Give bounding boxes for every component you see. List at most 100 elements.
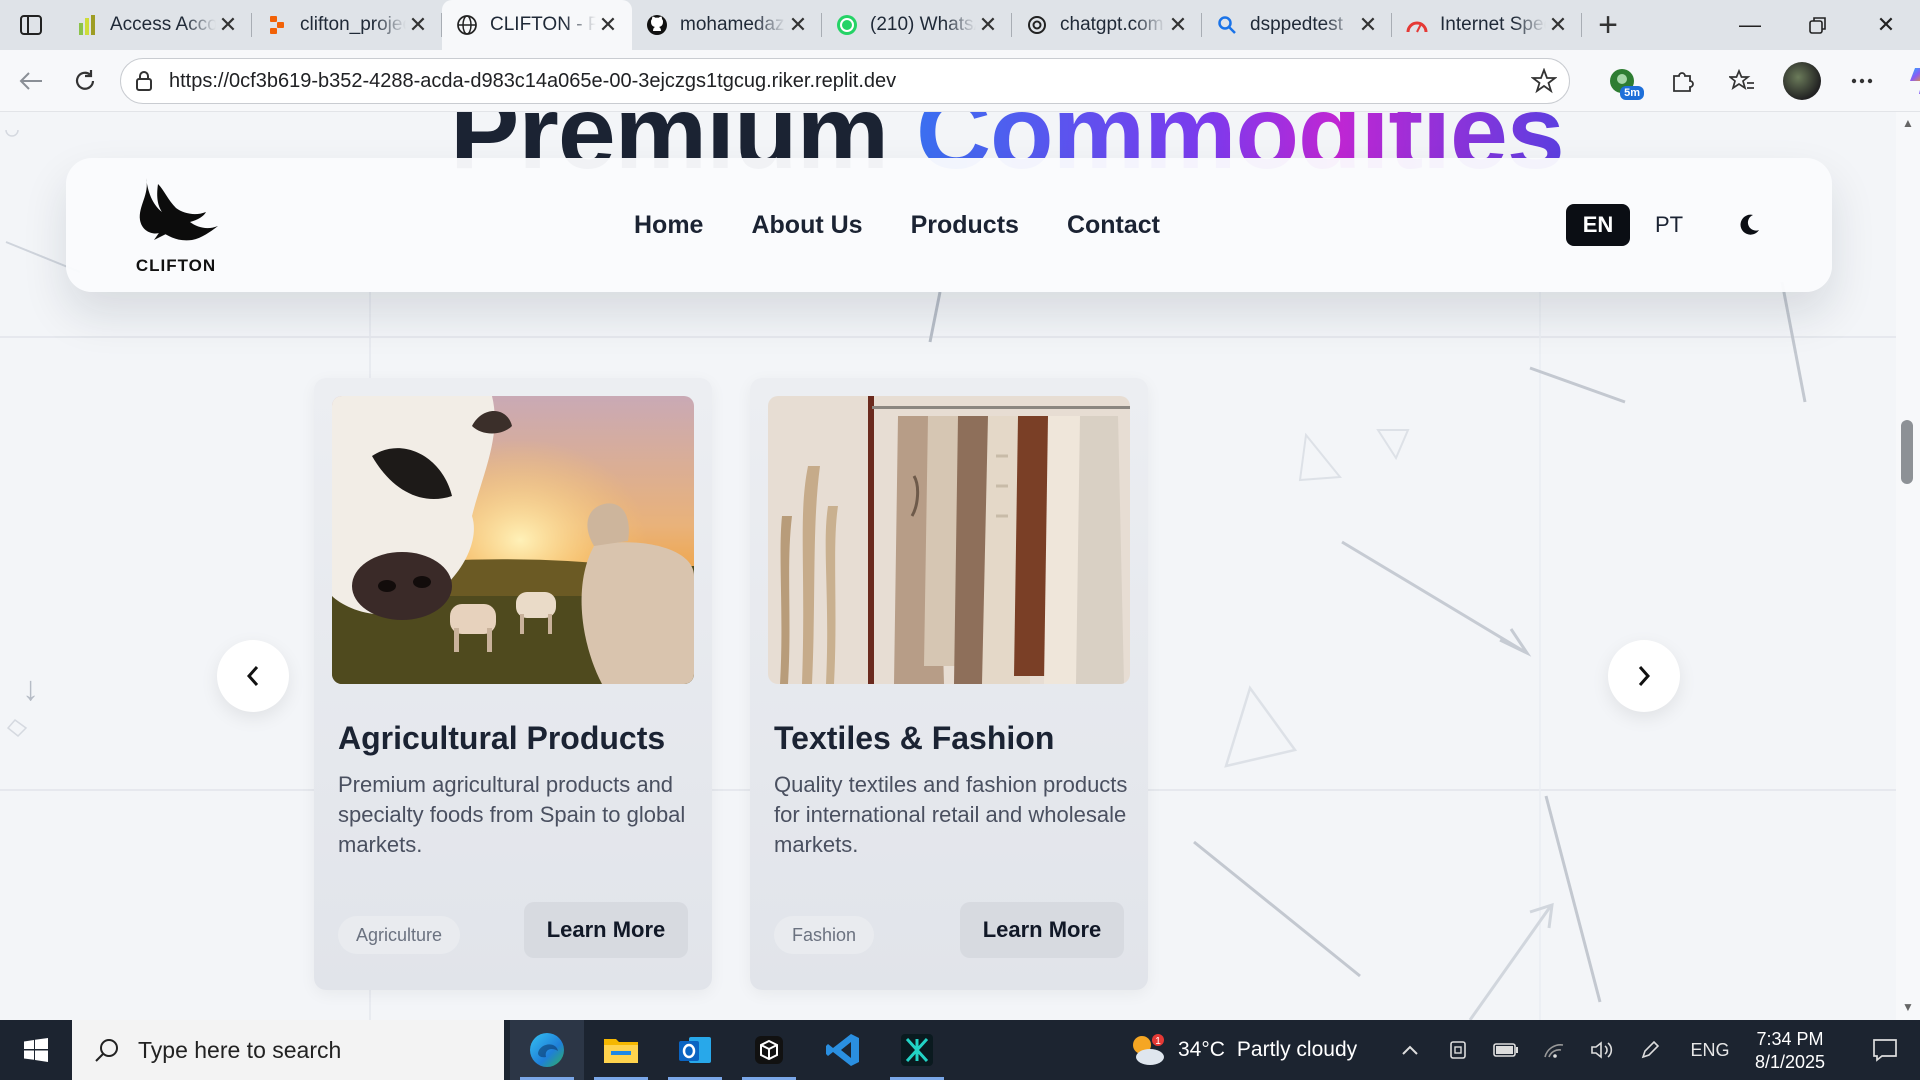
agriculture-image [332, 396, 694, 684]
product-card: Textiles & Fashion Quality textiles and … [750, 378, 1148, 990]
language-indicator[interactable]: ENG [1674, 1020, 1746, 1080]
logo[interactable]: CLIFTON [128, 176, 224, 276]
taskbar-app-cube[interactable] [732, 1020, 806, 1080]
scroll-down-icon[interactable]: ▼ [1900, 1000, 1916, 1016]
browser-tab[interactable]: Access Account ✕ [62, 0, 252, 50]
avatar [1783, 62, 1821, 100]
notification-center-button[interactable] [1850, 1020, 1920, 1080]
close-icon[interactable]: ✕ [1166, 12, 1190, 37]
category-tag: Agriculture [338, 916, 461, 954]
site-header: CLIFTON Home About Us Products Contact E… [66, 158, 1832, 292]
scrollbar-thumb[interactable] [1901, 420, 1913, 484]
volume-icon[interactable] [1578, 1020, 1626, 1080]
toolbar-extensions: 5m [1592, 54, 1920, 108]
close-icon[interactable]: ✕ [976, 12, 1000, 37]
tab-title: dsppedtest [1250, 14, 1343, 35]
close-icon[interactable]: ✕ [1356, 12, 1380, 37]
address-bar[interactable]: https://0cf3b619-b352-4288-acda-d983c14a… [120, 58, 1570, 104]
chart-bars-icon [76, 14, 98, 36]
openai-icon [1026, 14, 1048, 36]
minimize-button[interactable]: — [1716, 0, 1784, 50]
search-icon [1216, 14, 1238, 36]
wifi-icon[interactable] [1530, 1020, 1578, 1080]
browser-tab[interactable]: mohamedaz ✕ [632, 0, 822, 50]
speedometer-icon [1406, 14, 1428, 36]
reload-button[interactable] [58, 54, 112, 108]
nav-contact[interactable]: Contact [1067, 211, 1160, 240]
copilot-icon [1910, 68, 1920, 94]
more-menu-button[interactable] [1832, 54, 1892, 108]
close-icon[interactable]: ✕ [596, 12, 620, 37]
new-tab-button[interactable]: + [1582, 0, 1634, 50]
taskbar-outlook[interactable] [658, 1020, 732, 1080]
nav-products[interactable]: Products [911, 211, 1019, 240]
dark-mode-toggle[interactable] [1732, 208, 1766, 242]
arrow-left-icon [19, 71, 42, 90]
replit-icon [266, 14, 288, 36]
language-en-button[interactable]: EN [1566, 204, 1630, 246]
vscode-icon [826, 1034, 859, 1066]
weather-widget[interactable]: 1 34°C Partly cloudy [1128, 1020, 1357, 1080]
browser-tab-strip: Access Account ✕ clifton_project ✕ CLIFT… [0, 0, 1920, 50]
system-clock[interactable]: 7:34 PM 8/1/2025 [1740, 1028, 1840, 1074]
edge-icon [530, 1033, 564, 1067]
copilot-button[interactable] [1892, 54, 1920, 108]
cube-app-icon [755, 1036, 783, 1064]
windows-taskbar: Type here to search 1 34°C Partly cloudy [0, 1020, 1920, 1080]
globe-icon [456, 14, 478, 36]
system-tray: ENG [1386, 1020, 1746, 1080]
extension-button[interactable]: 5m [1592, 54, 1652, 108]
page-scrollbar[interactable]: ▲ ▼ [1896, 112, 1920, 1020]
carousel-next-button[interactable] [1608, 640, 1680, 712]
close-window-button[interactable]: ✕ [1852, 0, 1920, 50]
show-hidden-icons-chevron-up-icon[interactable] [1386, 1020, 1434, 1080]
close-icon[interactable]: ✕ [216, 12, 240, 37]
browser-tab-active[interactable]: CLIFTON - Premium ✕ [442, 0, 632, 50]
meet-now-icon[interactable] [1434, 1020, 1482, 1080]
restore-button[interactable] [1784, 0, 1852, 50]
learn-more-button[interactable]: Learn More [960, 902, 1124, 958]
partly-cloudy-icon: 1 [1133, 1034, 1164, 1065]
favorites-button[interactable] [1712, 54, 1772, 108]
scroll-down-arrow-icon: ↓ [22, 670, 39, 708]
tab-actions-button[interactable] [0, 0, 62, 50]
taskbar-file-explorer[interactable] [584, 1020, 658, 1080]
close-icon[interactable]: ✕ [406, 12, 430, 37]
browser-tab[interactable]: (210) WhatsApp ✕ [822, 0, 1012, 50]
browser-tab[interactable]: dsppedtest ✕ [1202, 0, 1392, 50]
learn-more-button[interactable]: Learn More [524, 902, 688, 958]
carousel-prev-button[interactable] [217, 640, 289, 712]
page-viewport: Premium Commodities ↓ CLIFTON Home About… [0, 112, 1896, 1020]
browser-tab[interactable]: chatgpt.com ✕ [1012, 0, 1202, 50]
url-text[interactable]: https://0cf3b619-b352-4288-acda-d983c14a… [169, 70, 1531, 93]
taskbar-vscode[interactable] [806, 1020, 880, 1080]
taskbar-search[interactable]: Type here to search [72, 1020, 504, 1080]
start-button[interactable] [0, 1020, 72, 1080]
chevron-left-icon [246, 666, 259, 686]
nav-home[interactable]: Home [634, 211, 703, 240]
back-button[interactable] [4, 54, 58, 108]
language-pt-button[interactable]: PT [1644, 204, 1694, 246]
taskbar-app-teal[interactable] [880, 1020, 954, 1080]
language-switcher: EN PT [1566, 204, 1694, 246]
close-icon[interactable]: ✕ [1546, 12, 1570, 37]
pen-icon[interactable] [1626, 1020, 1674, 1080]
tab-title: Internet Speed [1440, 14, 1546, 35]
profile-button[interactable] [1772, 54, 1832, 108]
search-icon [95, 1039, 118, 1062]
close-icon[interactable]: ✕ [786, 12, 810, 37]
svg-text:1: 1 [1155, 1036, 1161, 1047]
teal-app-icon [901, 1034, 933, 1066]
taskbar-edge[interactable] [510, 1020, 584, 1080]
battery-icon[interactable] [1482, 1020, 1530, 1080]
card-title: Textiles & Fashion [774, 720, 1055, 756]
star-icon[interactable] [1531, 68, 1557, 94]
scroll-up-icon[interactable]: ▲ [1900, 116, 1916, 132]
clock-time: 7:34 PM [1756, 1029, 1824, 1049]
browser-tab[interactable]: Internet Speed ✕ [1392, 0, 1582, 50]
github-icon [646, 14, 668, 36]
browser-tab[interactable]: clifton_project ✕ [252, 0, 442, 50]
nav-about-us[interactable]: About Us [751, 211, 862, 240]
extensions-button[interactable] [1652, 54, 1712, 108]
whatsapp-icon [836, 14, 858, 36]
